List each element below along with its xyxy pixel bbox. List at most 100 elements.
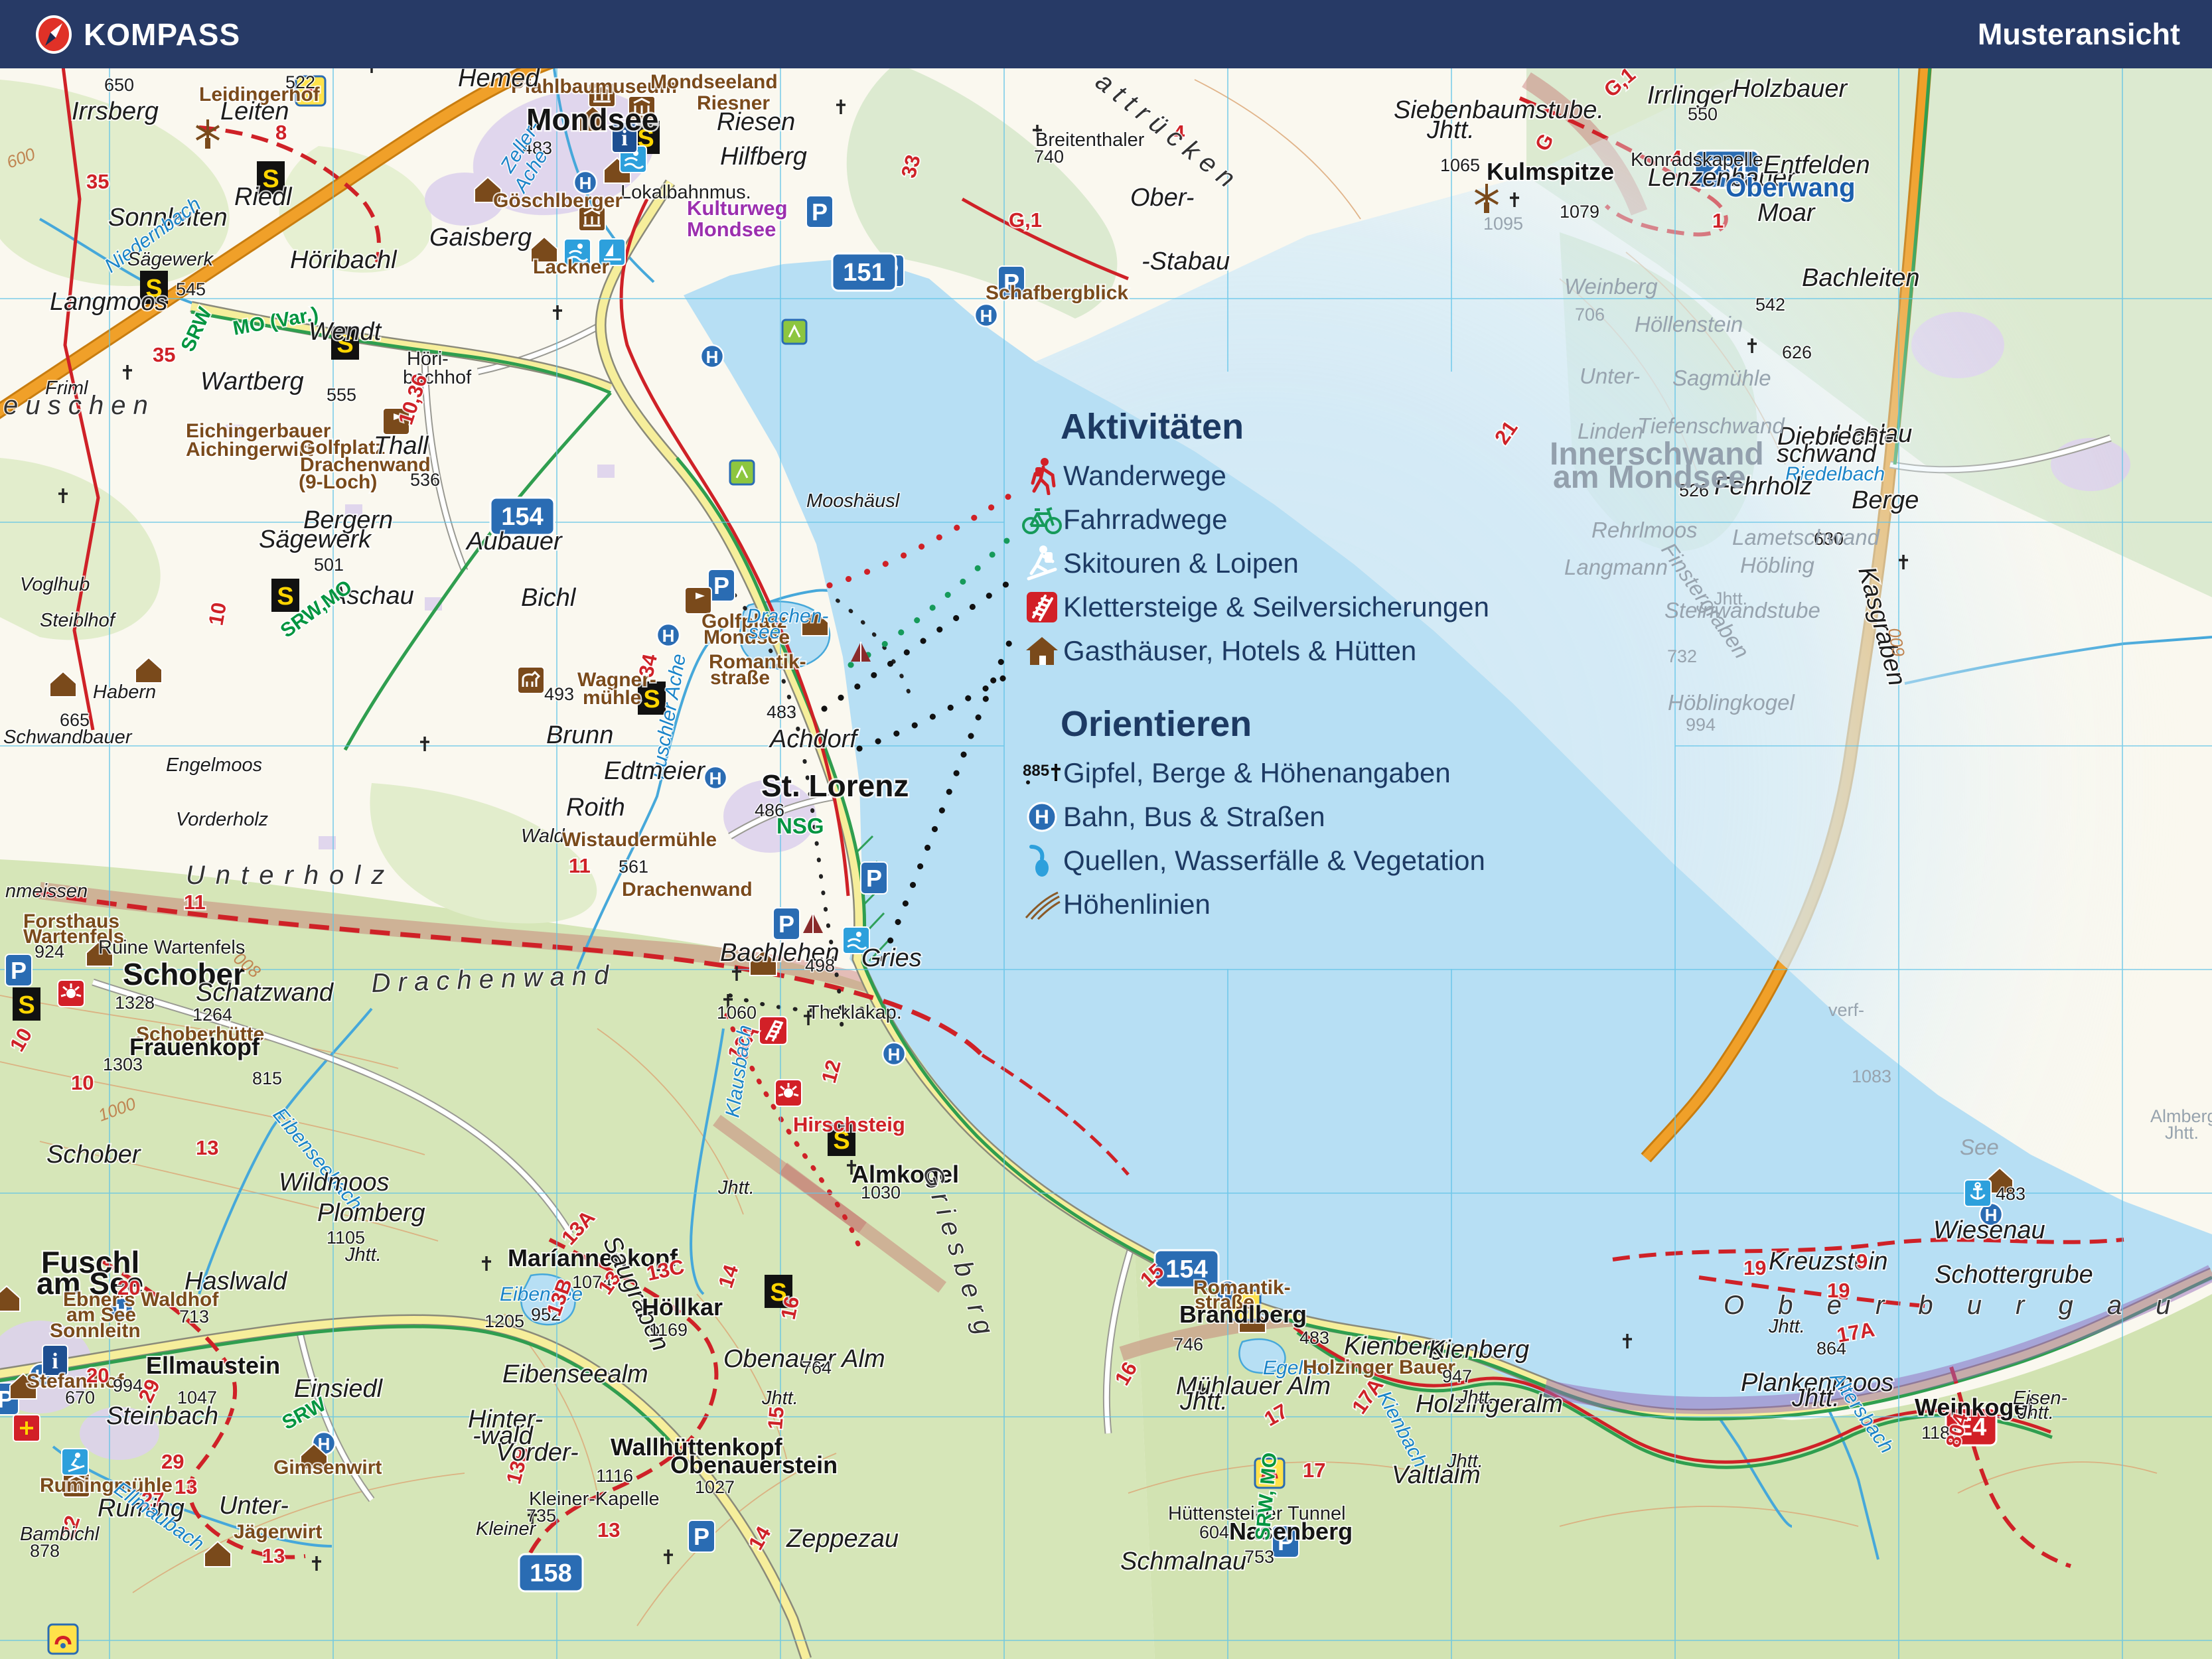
map-label: 878 [30,1541,60,1561]
map-label: Ober- [1130,184,1194,212]
map-label: NSG [776,814,824,838]
legend-item-label: Skitouren & Loipen [1063,547,1299,579]
map-label: 604 [1199,1522,1229,1542]
map-label: 713 [179,1307,209,1327]
map-label: (9-Loch) [299,471,377,493]
bus-stop-icon[interactable]: H [657,624,680,646]
bathing-icon[interactable] [782,320,806,344]
map-label: Jhtt. [1426,116,1475,144]
ski-icon[interactable] [62,1449,88,1475]
legend-item-label: Quellen, Wasserfälle & Vegetation [1063,845,1485,877]
via-ferrata-icon[interactable] [759,1017,787,1045]
map-label: Roith [566,794,625,822]
parking-icon[interactable]: P [5,954,32,986]
svg-text:H: H [888,1045,901,1064]
map-label: verf- [1828,1000,1864,1020]
bus-stop-icon[interactable]: H [701,345,723,368]
map-label: Schottergrube [1935,1261,2093,1289]
sight-icon[interactable]: S [271,579,299,612]
map-label: Bichl [521,584,577,612]
legend-item-label: Bahn, Bus & Straßen [1063,801,1325,833]
map-label: 746 [1173,1334,1203,1354]
map-label: Kleiner [476,1518,537,1540]
map-label: Aichingerwirt [186,439,313,461]
map-label: Jhtt. [344,1244,382,1265]
bus-stop-icon: H [1021,800,1063,833]
harbour-icon[interactable] [1964,1180,1991,1206]
svg-text:151: 151 [843,259,885,287]
map-label: Haslwald [184,1267,288,1295]
map-label: straße [710,667,770,689]
golf-course-icon[interactable] [685,587,711,614]
bus-stop-icon[interactable]: H [704,766,727,789]
map-label: Jägerwirt [234,1521,322,1543]
map-label: Unter- [219,1492,289,1520]
map-label: e u s c h e n [3,391,148,420]
parking-icon[interactable]: P [806,196,833,228]
legend-item-label: Höhenlinien [1063,889,1211,920]
map-label: 1047 [177,1388,217,1407]
map-label: Jhtt. [2017,1402,2054,1423]
map-label: 35 [153,343,175,366]
map-label: Sonnleitn [50,1320,141,1342]
svg-text:P: P [778,910,794,938]
riding-icon[interactable] [518,667,544,693]
map-label: Weinberg [1564,274,1658,299]
svg-text:P: P [812,198,828,226]
kompass-logo[interactable]: KOMPASS [33,14,240,55]
sight-icon[interactable]: S [13,987,40,1021]
map-label: Gaisberg [429,224,532,252]
parking-icon[interactable]: P [688,1520,715,1552]
bus-stop-icon[interactable]: H [975,304,997,326]
parking-icon[interactable]: P [861,862,887,894]
legend-item-label: Gipfel, Berge & Höhenangaben [1063,757,1451,789]
svg-text:P: P [713,572,729,599]
map-label: Nasenberg [1229,1518,1353,1545]
map-label: see [749,621,780,643]
map-label: Rehrlmoos [1591,518,1698,542]
climbing-icon[interactable] [58,980,84,1007]
bathing-icon[interactable] [730,461,754,484]
map-label: 753 [1244,1547,1274,1567]
header-bar: KOMPASS Musteransicht [0,0,2212,68]
map-label: Lackner [533,256,609,278]
svg-text:H: H [980,306,993,326]
map-label: Höblingkogel [1668,690,1795,715]
map-label: Wendt [309,318,382,346]
map-label: Brandlberg [1179,1301,1307,1328]
map-label: Kulmspitze [1487,158,1614,185]
legend-item-skitouren: Skitouren & Loipen [1021,541,1591,585]
map-label: 1 [1712,209,1724,232]
map-label: 1169 [649,1320,688,1340]
svg-text:H: H [1035,806,1049,828]
map-label: 542 [1755,295,1785,315]
map-label: Vorderholz [176,809,269,830]
map-label: Mooshäusl [806,490,901,512]
road-shield-151: 151 [832,253,896,291]
legend-item-label: Klettersteige & Seilversicherungen [1063,591,1489,623]
map-label: 13 [196,1136,218,1159]
map-label: Schober [46,1141,141,1169]
legend-activities-title: Aktivitäten [1061,406,1591,447]
bus-stop-icon[interactable]: H [883,1043,905,1065]
map-label: 10 [71,1071,94,1094]
climbing-icon[interactable] [775,1080,802,1106]
map-label: Riedl [234,183,293,211]
kompass-marker-icon[interactable] [48,1624,78,1654]
map-label: Jhtt. [761,1388,798,1409]
map-label: Mondsee [687,218,776,241]
map-label: 732 [1667,646,1697,666]
map-label: See [1960,1135,1999,1159]
red-cross-icon[interactable] [13,1415,40,1441]
map-label: Schwandbauer [3,727,133,748]
map-label: Wildmoos [279,1169,389,1196]
map-label: 1065 [1440,155,1480,175]
svg-text:H: H [662,626,675,646]
hut-icon [1021,634,1063,668]
map-label: -Stabau [1142,248,1230,275]
map-label: 522 [285,72,315,92]
map-label: Wald [521,826,565,847]
map-label: 536 [410,470,440,490]
legend-item-bahn: H Bahn, Bus & Straßen [1021,795,1591,839]
parking-icon[interactable]: P [773,908,800,940]
